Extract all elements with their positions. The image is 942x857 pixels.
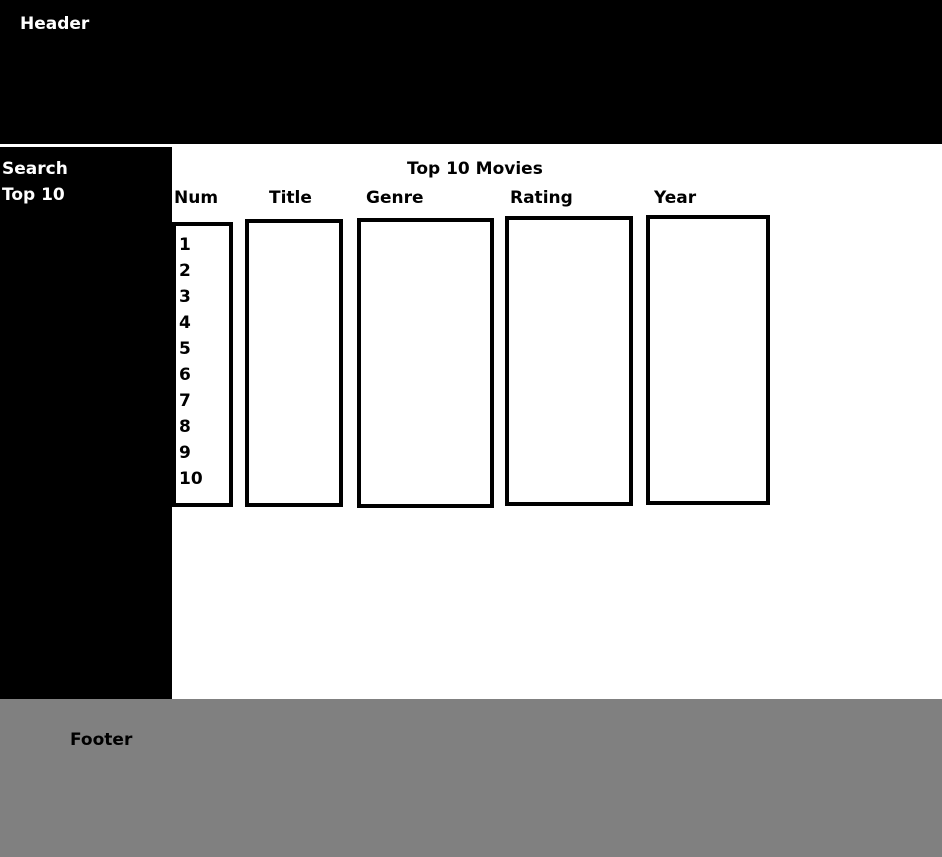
footer: Footer xyxy=(0,699,942,857)
title-column-box xyxy=(245,219,343,507)
column-header-genre: Genre xyxy=(366,188,424,208)
rank-number: 1 xyxy=(179,235,191,255)
page-title: Top 10 Movies xyxy=(407,159,543,179)
rank-number: 9 xyxy=(179,443,191,463)
column-header-num: Num xyxy=(174,188,219,208)
rank-number: 10 xyxy=(179,469,203,489)
rank-number: 5 xyxy=(179,339,191,359)
rank-number: 6 xyxy=(179,365,191,385)
year-column-box xyxy=(646,215,770,505)
column-header-title: Title xyxy=(269,188,312,208)
rank-number: 2 xyxy=(179,261,191,281)
page: Header Search Top 10 Top 10 Movies Num T… xyxy=(0,0,942,857)
rank-number: 8 xyxy=(179,417,191,437)
header-title: Header xyxy=(20,14,90,34)
column-header-rating: Rating xyxy=(510,188,573,208)
rank-number: 4 xyxy=(179,313,191,333)
footer-label: Footer xyxy=(70,730,133,750)
rank-number: 7 xyxy=(179,391,191,411)
genre-column-box xyxy=(357,218,494,508)
sidebar-item-top-10[interactable]: Top 10 xyxy=(2,185,65,205)
column-header-year: Year xyxy=(654,188,697,208)
header: Header xyxy=(0,0,942,144)
sidebar-item-search[interactable]: Search xyxy=(2,159,68,179)
sidebar: Search Top 10 xyxy=(0,147,172,699)
rank-number-list: 1 2 3 4 5 6 7 8 9 10 xyxy=(179,234,203,494)
rating-column-box xyxy=(505,216,633,506)
rank-number: 3 xyxy=(179,287,191,307)
